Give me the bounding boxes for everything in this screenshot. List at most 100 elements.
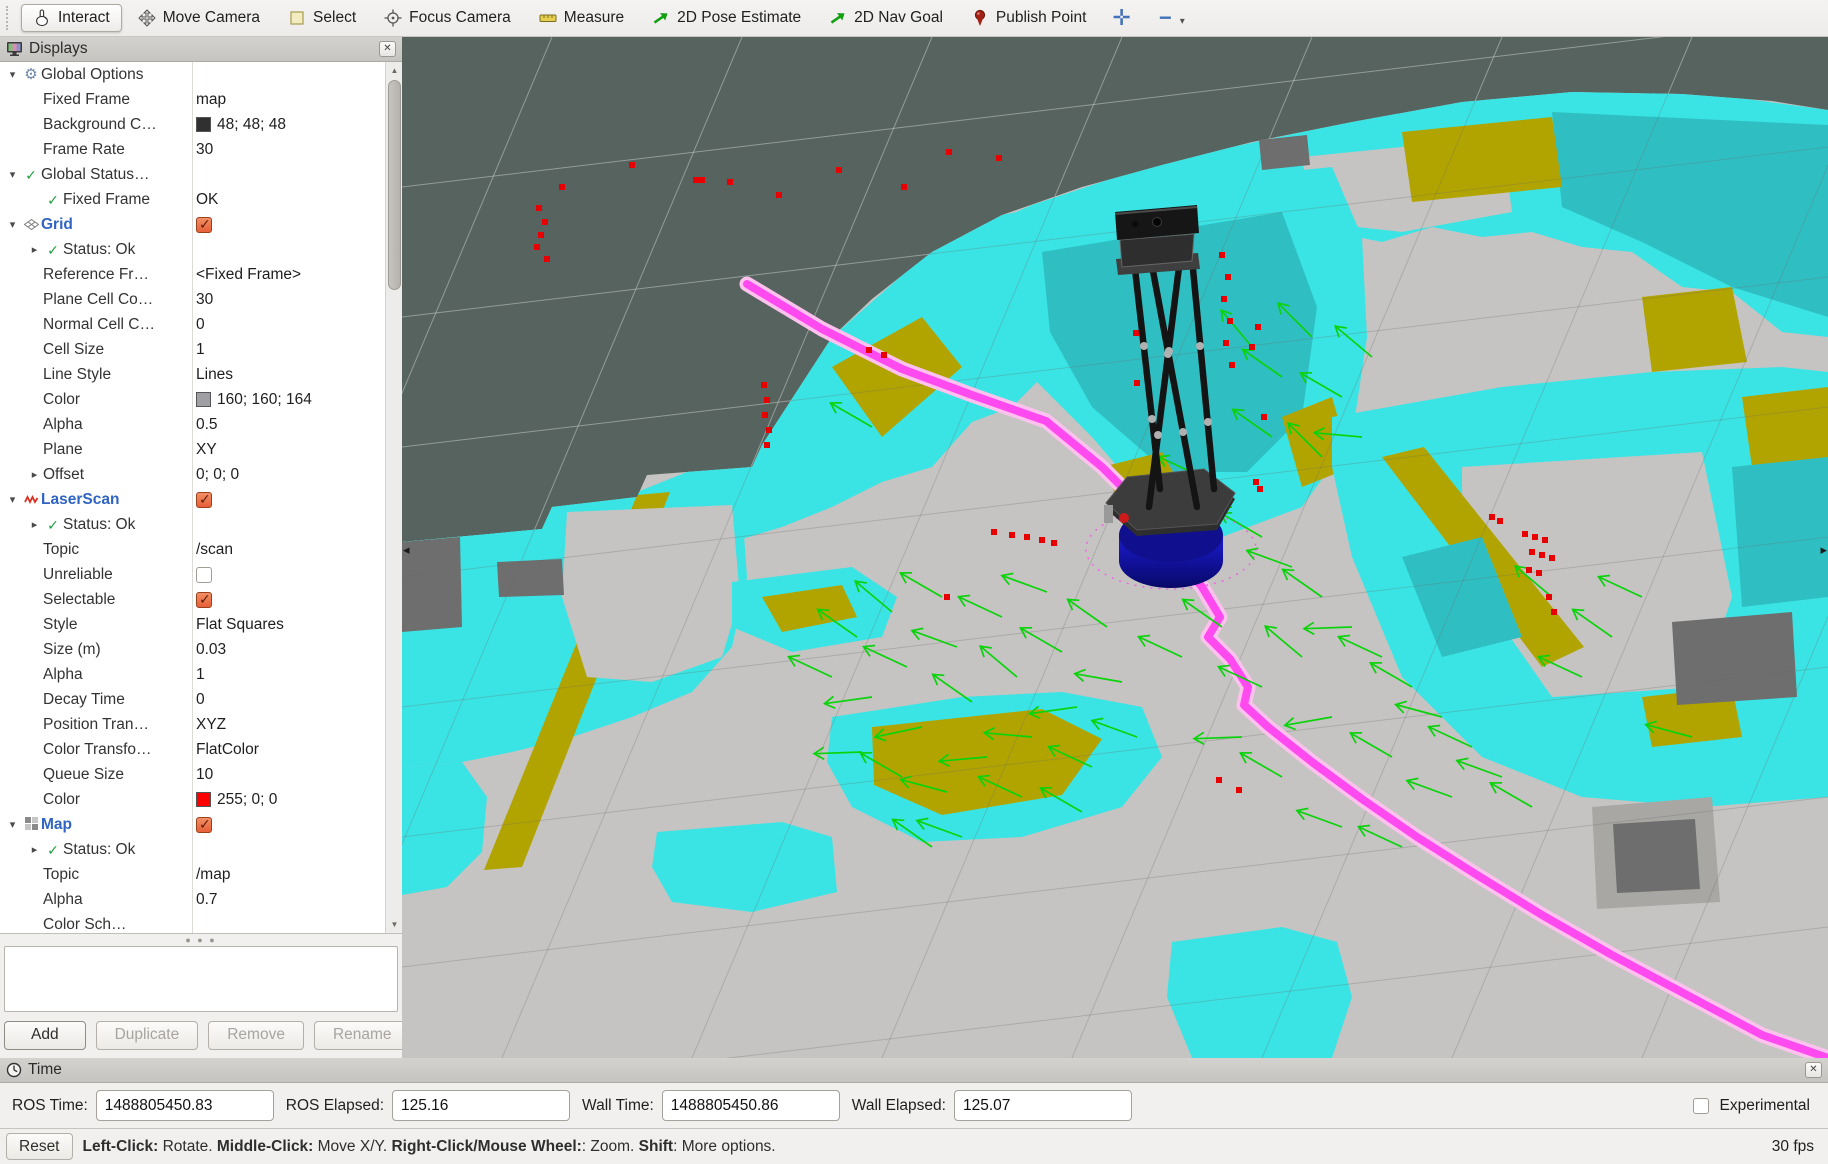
property-row-status-ok[interactable]: ▸✓Status: Ok <box>0 512 385 537</box>
property-value[interactable]: 0 <box>196 312 205 337</box>
property-value[interactable]: 255; 0; 0 <box>196 787 277 812</box>
property-checkbox[interactable] <box>196 567 212 583</box>
tool-interact[interactable]: Interact <box>21 4 122 32</box>
property-row-color[interactable]: Color255; 0; 0 <box>0 787 385 812</box>
scrollbar-thumb[interactable] <box>388 80 401 290</box>
displays-panel-header[interactable]: Displays ✕ <box>0 37 402 62</box>
property-row-reference-fr[interactable]: Reference Fr…<Fixed Frame> <box>0 262 385 287</box>
property-row-fixed-frame[interactable]: ✓Fixed FrameOK <box>0 187 385 212</box>
property-row-alpha[interactable]: Alpha0.7 <box>0 887 385 912</box>
property-row-normal-cell-c[interactable]: Normal Cell C…0 <box>0 312 385 337</box>
property-value[interactable]: /map <box>196 862 230 887</box>
displays-close-icon[interactable]: ✕ <box>379 41 396 57</box>
property-row-color[interactable]: Color160; 160; 164 <box>0 387 385 412</box>
property-row-global-status[interactable]: ▾✓Global Status… <box>0 162 385 187</box>
property-row-line-style[interactable]: Line StyleLines <box>0 362 385 387</box>
property-row-frame-rate[interactable]: Frame Rate30 <box>0 137 385 162</box>
wall-elapsed-input[interactable] <box>954 1090 1132 1121</box>
ros-time-input[interactable] <box>96 1090 274 1121</box>
property-row-alpha[interactable]: Alpha1 <box>0 662 385 687</box>
property-value[interactable]: Flat Squares <box>196 612 284 637</box>
property-row-selectable[interactable]: Selectable <box>0 587 385 612</box>
property-value[interactable] <box>196 562 212 587</box>
panel-splitter[interactable]: ● ● ● <box>0 934 402 946</box>
time-close-icon[interactable]: ✕ <box>1805 1062 1822 1078</box>
tool-publish-point[interactable]: Publish Point <box>959 4 1098 32</box>
time-panel-header[interactable]: Time ✕ <box>0 1058 1828 1083</box>
property-row-grid[interactable]: ▾Grid <box>0 212 385 237</box>
reset-button[interactable]: Reset <box>6 1133 73 1160</box>
viewport-left-splitter-arrow[interactable]: ◂ <box>403 542 410 558</box>
property-value[interactable] <box>196 812 212 837</box>
property-row-laserscan[interactable]: ▾LaserScan <box>0 487 385 512</box>
property-value[interactable]: map <box>196 87 226 112</box>
expander-closed-icon[interactable]: ▸ <box>26 243 43 256</box>
property-row-style[interactable]: StyleFlat Squares <box>0 612 385 637</box>
property-value[interactable]: 0; 0; 0 <box>196 462 239 487</box>
property-row-alpha[interactable]: Alpha0.5 <box>0 412 385 437</box>
property-row-decay-time[interactable]: Decay Time0 <box>0 687 385 712</box>
tool-2d-nav-goal[interactable]: 2D Nav Goal <box>817 4 955 32</box>
property-row-status-ok[interactable]: ▸✓Status: Ok <box>0 837 385 862</box>
property-row-status-ok[interactable]: ▸✓Status: Ok <box>0 237 385 262</box>
expander-open-icon[interactable]: ▾ <box>4 218 21 231</box>
property-row-cell-size[interactable]: Cell Size1 <box>0 337 385 362</box>
duplicate-button[interactable]: Duplicate <box>96 1021 199 1050</box>
scroll-down-icon[interactable]: ▼ <box>388 918 401 931</box>
expander-open-icon[interactable]: ▾ <box>4 818 21 831</box>
tool-measure[interactable]: Measure <box>527 4 636 32</box>
toolbar-grip[interactable] <box>6 6 13 30</box>
tool-focus-camera[interactable]: Focus Camera <box>372 4 523 32</box>
wall-time-input[interactable] <box>662 1090 840 1121</box>
property-value[interactable]: XY <box>196 437 217 462</box>
expander-open-icon[interactable]: ▾ <box>4 168 21 181</box>
property-row-color-sch[interactable]: Color Sch… <box>0 912 385 934</box>
property-value[interactable]: 0.5 <box>196 412 218 437</box>
experimental-checkbox[interactable] <box>1693 1098 1709 1114</box>
rename-button[interactable]: Rename <box>314 1021 411 1050</box>
property-value[interactable] <box>196 587 212 612</box>
property-value[interactable]: 48; 48; 48 <box>196 112 286 137</box>
3d-viewport[interactable]: ◂ ▸ <box>402 37 1828 1058</box>
expander-closed-icon[interactable]: ▸ <box>26 518 43 531</box>
property-row-queue-size[interactable]: Queue Size10 <box>0 762 385 787</box>
property-value[interactable]: /scan <box>196 537 233 562</box>
property-row-topic[interactable]: Topic/map <box>0 862 385 887</box>
remove-button[interactable]: Remove <box>208 1021 304 1050</box>
property-value[interactable] <box>196 212 212 237</box>
expander-open-icon[interactable]: ▾ <box>4 68 21 81</box>
property-row-unreliable[interactable]: Unreliable <box>0 562 385 587</box>
property-value[interactable]: XYZ <box>196 712 226 737</box>
expander-closed-icon[interactable]: ▸ <box>26 843 43 856</box>
property-value[interactable]: 10 <box>196 762 213 787</box>
property-value[interactable]: FlatColor <box>196 737 259 762</box>
property-row-plane-cell-co[interactable]: Plane Cell Co…30 <box>0 287 385 312</box>
property-value[interactable]: 0 <box>196 687 205 712</box>
property-value[interactable]: 0.03 <box>196 637 226 662</box>
property-value[interactable]: 160; 160; 164 <box>196 387 312 412</box>
property-row-plane[interactable]: PlaneXY <box>0 437 385 462</box>
property-value[interactable]: 1 <box>196 662 205 687</box>
property-row-position-tran[interactable]: Position Tran…XYZ <box>0 712 385 737</box>
scroll-up-icon[interactable]: ▲ <box>388 64 401 77</box>
property-row-offset[interactable]: ▸Offset0; 0; 0 <box>0 462 385 487</box>
property-checkbox[interactable] <box>196 592 212 608</box>
property-value[interactable]: 30 <box>196 137 213 162</box>
property-checkbox[interactable] <box>196 217 212 233</box>
add-button[interactable]: Add <box>4 1021 86 1050</box>
property-row-size-m[interactable]: Size (m)0.03 <box>0 637 385 662</box>
remove-tool-caret-icon[interactable]: ▾ <box>1178 10 1191 27</box>
property-row-global-options[interactable]: ▾⚙Global Options <box>0 62 385 87</box>
property-value[interactable]: Lines <box>196 362 233 387</box>
property-value[interactable]: 1 <box>196 337 205 362</box>
tool-select[interactable]: Select <box>276 4 368 32</box>
tool-2d-pose-estimate[interactable]: 2D Pose Estimate <box>640 4 813 32</box>
add-tool-plus-icon[interactable]: ✛ <box>1102 5 1140 31</box>
property-value[interactable]: 30 <box>196 287 213 312</box>
remove-tool-minus-icon[interactable]: − <box>1145 5 1174 31</box>
tree-scrollbar[interactable]: ▲ ▼ <box>385 62 402 933</box>
property-checkbox[interactable] <box>196 817 212 833</box>
property-row-color-transfo[interactable]: Color Transfo…FlatColor <box>0 737 385 762</box>
property-row-background-c[interactable]: Background C…48; 48; 48 <box>0 112 385 137</box>
viewport-right-splitter-arrow[interactable]: ▸ <box>1820 542 1827 558</box>
